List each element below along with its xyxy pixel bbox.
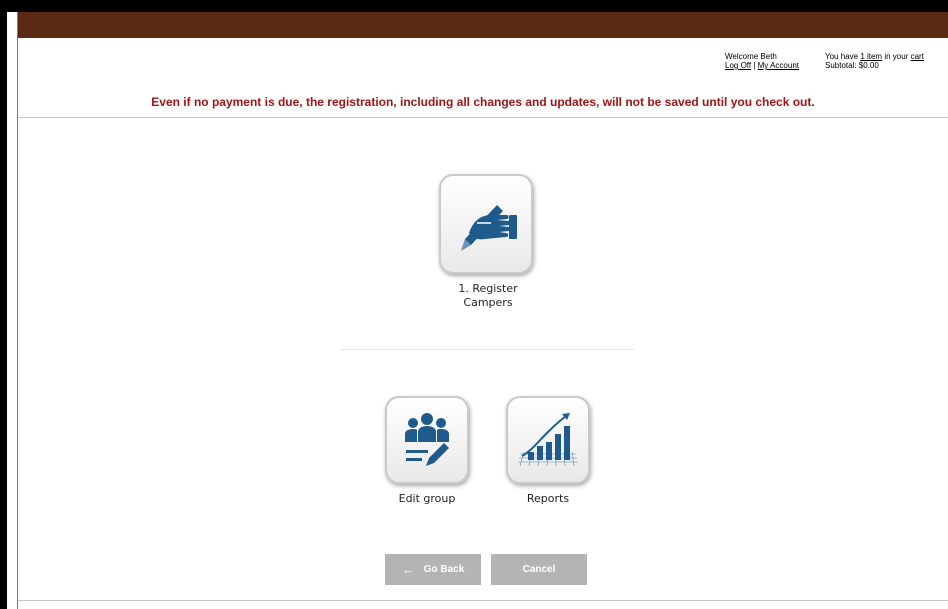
cart-summary: You have 1 item in your cart Subtotal: $…: [825, 52, 924, 70]
checkout-warning: Even if no payment is due, the registrat…: [151, 95, 815, 109]
window-left-border: [0, 0, 7, 609]
edit-group-button[interactable]: [385, 396, 469, 484]
cancel-label: Cancel: [522, 564, 556, 575]
divider-top: [18, 117, 948, 118]
go-back-button[interactable]: ← Go Back: [385, 554, 481, 585]
reports-label: Reports: [526, 492, 570, 505]
arrow-left-icon: ←: [401, 562, 415, 577]
group-edit-icon: [405, 413, 449, 466]
register-campers-label-line1: 1. Register: [458, 282, 518, 295]
cart-link[interactable]: cart: [911, 52, 924, 61]
cart-item-count-link[interactable]: 1 item: [860, 52, 882, 61]
edit-group-label: Edit group: [398, 492, 456, 505]
window-top-border: [0, 0, 948, 12]
divider-middle: [341, 349, 634, 350]
bar-chart-growth-icon: [518, 413, 578, 467]
go-back-label: Go Back: [423, 564, 465, 575]
hand-writing-icon: [461, 205, 517, 251]
divider-bottom: [18, 600, 948, 601]
edit-group-tile[interactable]: Edit group: [385, 396, 469, 506]
register-campers-label-line2: Campers: [463, 296, 513, 309]
reports-tile[interactable]: Reports: [506, 396, 590, 506]
register-campers-button[interactable]: [439, 174, 533, 274]
cart-middle-text: in your: [884, 52, 909, 61]
my-account-link[interactable]: My Account: [758, 61, 799, 70]
reports-button[interactable]: [506, 396, 590, 484]
subtotal-value: $0.00: [858, 61, 879, 70]
cart-prefix-text: You have: [825, 52, 859, 61]
site-header-bar: [18, 12, 948, 38]
welcome-text: Welcome Beth: [725, 52, 777, 61]
cancel-button[interactable]: Cancel: [491, 554, 587, 585]
left-gutter: [7, 12, 18, 609]
register-campers-tile[interactable]: 1. Register Campers: [439, 174, 537, 310]
logoff-link[interactable]: Log Off: [725, 61, 751, 70]
link-separator: |: [753, 61, 756, 70]
user-info: Welcome Beth Log Off | My Account: [725, 52, 799, 70]
subtotal-label: Subtotal:: [825, 61, 857, 70]
